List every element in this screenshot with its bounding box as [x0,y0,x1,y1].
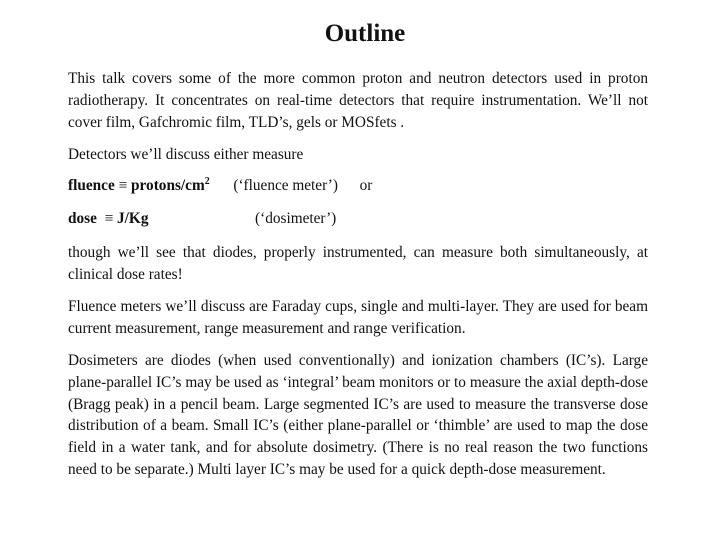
fluence-connector: or [359,177,373,194]
intro-paragraph: This talk covers some of the more common… [68,70,648,131]
fluence-unit: protons/cm [131,177,205,194]
dose-unit: J/Kg [117,210,149,227]
fluence-term: fluence [68,177,115,194]
diodes-paragraph: though we’ll see that diodes, properly i… [68,244,648,283]
dosimeters-paragraph: Dosimeters are diodes (when used convent… [68,352,648,478]
dose-note: (‘dosimeter’) [255,210,337,227]
fluence-unit-exponent: 2 [204,176,210,187]
fluence-meters-paragraph: Fluence meters we’ll discuss are Faraday… [68,298,648,337]
fluence-definition: fluence ≡ protons/cm2 (‘fluence meter’) … [68,176,372,195]
measure-intro-paragraph: Detectors we’ll discuss either measure [68,146,304,163]
slide-title: Outline [324,20,406,47]
equiv-symbol: ≡ [118,177,128,194]
dose-term: dose [68,210,97,227]
dose-definition: dose ≡ J/Kg (‘dosimeter’) [68,210,488,228]
equiv-symbol: ≡ [104,210,114,227]
fluence-note: (‘fluence meter’) [233,177,338,194]
